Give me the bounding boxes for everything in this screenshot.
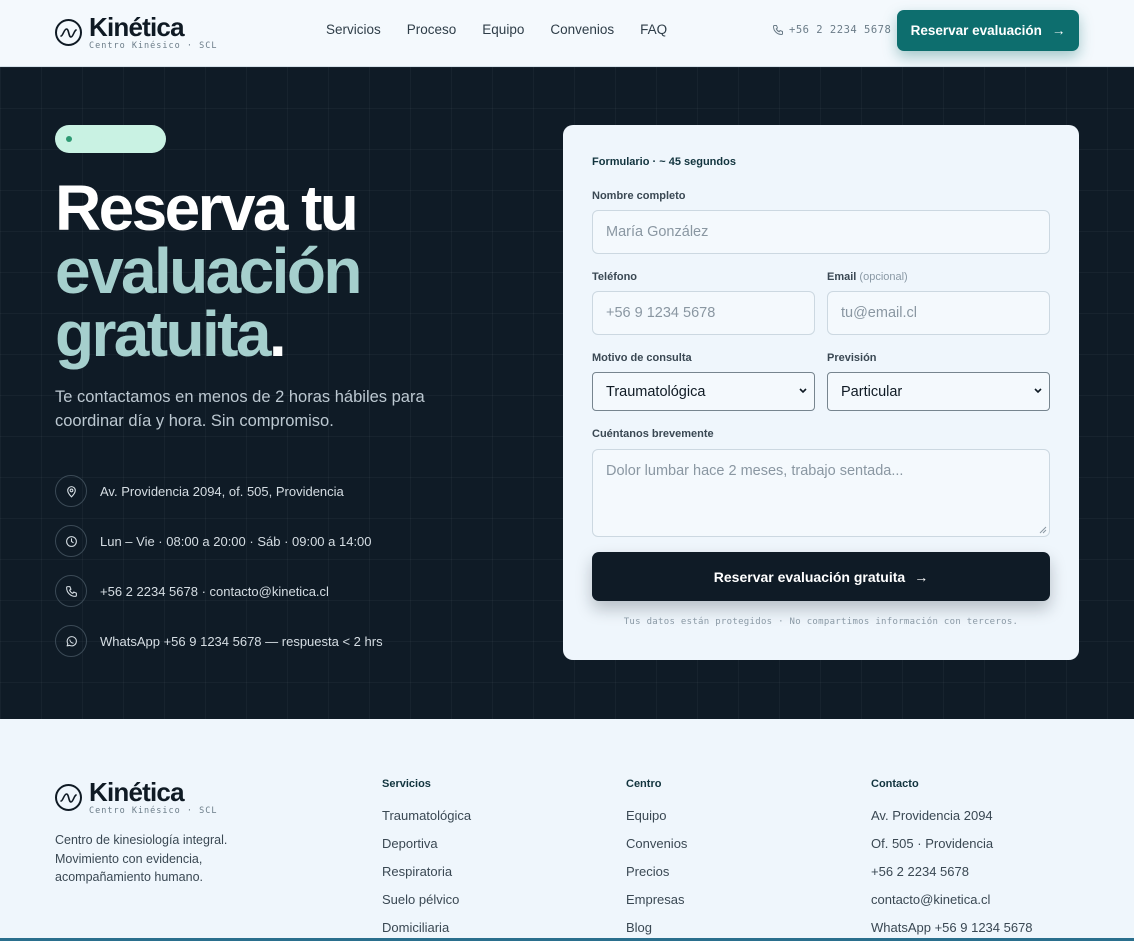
footer-col-title: Contacto — [871, 778, 919, 790]
hero-title-line-2: evaluación — [55, 235, 362, 307]
pulse-logo-icon — [55, 784, 82, 811]
footer-col-title: Centro — [626, 778, 662, 790]
header-logo[interactable]: Kinética Centro Kinésico · SCL — [55, 14, 217, 51]
hero-lead: Te contactamos en menos de 2 horas hábil… — [55, 388, 425, 430]
main-nav: Servicios Proceso Equipo Convenios FAQ — [326, 22, 693, 37]
nav-link-servicios[interactable]: Servicios — [326, 22, 381, 37]
message-label: Cuéntanos brevemente — [592, 428, 714, 440]
status-dot-icon — [66, 136, 72, 142]
email-label-text: Email — [827, 271, 857, 283]
footer-col-servicios: Servicios Traumatológica Deportiva Respi… — [382, 778, 471, 941]
footer-link[interactable]: Convenios — [626, 836, 687, 864]
footer-contact-item: Of. 505 · Providencia — [871, 836, 994, 851]
hero-title-dot: . — [268, 298, 287, 370]
submit-button-label: Reservar evaluación gratuita — [713, 568, 906, 585]
info-whatsapp: WhatsApp +56 9 1234 5678 — respuesta < 2… — [55, 625, 383, 657]
footer-brand-name: Kinética — [89, 777, 185, 807]
footer-col-title: Servicios — [382, 778, 431, 790]
reason-select[interactable]: Traumatológica — [592, 372, 815, 411]
location-pin-icon — [55, 475, 87, 507]
footer-link[interactable]: Empresas — [626, 892, 687, 920]
footer-link[interactable]: Traumatológica — [382, 808, 471, 836]
brand-subtitle: Centro Kinésico · SCL — [89, 41, 218, 51]
email-input[interactable]: tu@email.cl — [827, 291, 1050, 335]
footer-contact-item[interactable]: +56 2 2234 5678 — [871, 864, 1033, 892]
header-phone[interactable]: +56 2 2234 5678 — [772, 24, 891, 36]
hero-title: Reserva tu evaluación gratuita. — [55, 172, 362, 366]
brand-name: Kinética — [89, 12, 185, 42]
hero-title-line-1: Reserva tu — [55, 172, 359, 244]
info-whatsapp-text[interactable]: WhatsApp +56 9 1234 5678 — respuesta < 2… — [100, 634, 383, 649]
form-hint: Formulario · ~ 45 segundos — [592, 156, 736, 168]
arrow-right-icon: → — [914, 568, 929, 585]
name-input[interactable]: María González — [592, 210, 1050, 254]
resize-grip-icon[interactable] — [1038, 525, 1047, 534]
name-label: Nombre completo — [592, 190, 686, 202]
info-hours: Lun – Vie · 08:00 a 20:00 · Sáb · 09:00 … — [55, 525, 372, 557]
info-hours-text: Lun – Vie · 08:00 a 20:00 · Sáb · 09:00 … — [100, 533, 372, 549]
submit-button[interactable]: Reservar evaluación gratuita → — [592, 552, 1050, 601]
privacy-note: Tus datos están protegidos · No comparti… — [623, 617, 1019, 627]
email-optional-tag: (opcional) — [859, 271, 908, 283]
footer-contact-item[interactable]: contacto@kinetica.cl — [871, 892, 1033, 920]
nav-link-faq[interactable]: FAQ — [640, 22, 667, 37]
info-contact-text[interactable]: +56 2 2234 5678 · contacto@kinetica.cl — [100, 584, 329, 599]
email-label: Email (opcional) — [827, 271, 908, 283]
clock-icon — [55, 525, 87, 557]
nav-link-proceso[interactable]: Proceso — [407, 22, 457, 37]
footer-contact-item: Av. Providencia 2094 — [871, 808, 993, 823]
header-phone-text: +56 2 2234 5678 — [789, 24, 892, 36]
insurance-select[interactable]: Particular — [827, 372, 1050, 411]
insurance-label: Previsión — [827, 352, 877, 364]
footer-link[interactable]: Precios — [626, 864, 687, 892]
booking-hero: Agenda abierta Reserva tu evaluación gra… — [0, 67, 1134, 719]
whatsapp-icon — [55, 625, 87, 657]
footer-col-contacto: Contacto Av. Providencia 2094 Of. 505 · … — [871, 778, 1033, 941]
message-placeholder: Dolor lumbar hace 2 meses, trabajo senta… — [606, 463, 904, 479]
reason-label: Motivo de consulta — [592, 352, 692, 364]
message-textarea[interactable]: Dolor lumbar hace 2 meses, trabajo senta… — [592, 449, 1050, 537]
booking-form: Formulario · ~ 45 segundos Nombre comple… — [563, 125, 1079, 660]
phone-icon — [55, 575, 87, 607]
site-header: Kinética Centro Kinésico · SCL Servicios… — [0, 0, 1134, 67]
footer-link[interactable]: Equipo — [626, 808, 687, 836]
hero-title-line-3-text: gratuita — [55, 298, 271, 370]
arrow-right-icon: → — [1051, 23, 1066, 38]
footer-description: Centro de kinesiología integral. Movimie… — [55, 833, 228, 884]
info-contact: +56 2 2234 5678 · contacto@kinetica.cl — [55, 575, 329, 607]
footer-logo[interactable]: Kinética Centro Kinésico · SCL — [55, 779, 217, 816]
footer-link[interactable]: Suelo pélvico — [382, 892, 471, 920]
status-pill-label: Agenda abierta — [80, 133, 155, 145]
reserve-evaluation-button[interactable]: Reservar evaluación → — [897, 10, 1079, 51]
info-address: Av. Providencia 2094, of. 505, Providenc… — [55, 475, 344, 507]
phone-input[interactable]: +56 9 1234 5678 — [592, 291, 815, 335]
nav-link-convenios[interactable]: Convenios — [550, 22, 614, 37]
footer-brand-subtitle: Centro Kinésico · SCL — [89, 806, 218, 816]
footer-col-centro: Centro Equipo Convenios Precios Empresas… — [626, 778, 687, 941]
footer-link[interactable]: Respiratoria — [382, 864, 471, 892]
pulse-logo-icon — [55, 19, 82, 46]
status-pill: Agenda abierta — [55, 125, 166, 153]
phone-icon — [773, 25, 783, 35]
reason-select-value: Traumatológica — [606, 383, 706, 400]
reserve-button-label: Reservar evaluación — [910, 23, 1042, 38]
phone-label: Teléfono — [592, 271, 638, 283]
chevron-down-icon — [1034, 388, 1042, 394]
hero-title-line-3: gratuita. — [55, 302, 360, 366]
footer-link[interactable]: Deportiva — [382, 836, 471, 864]
nav-link-equipo[interactable]: Equipo — [482, 22, 524, 37]
chevron-down-icon — [799, 388, 807, 394]
info-address-text: Av. Providencia 2094, of. 505, Providenc… — [100, 483, 344, 499]
insurance-select-value: Particular — [841, 383, 903, 400]
